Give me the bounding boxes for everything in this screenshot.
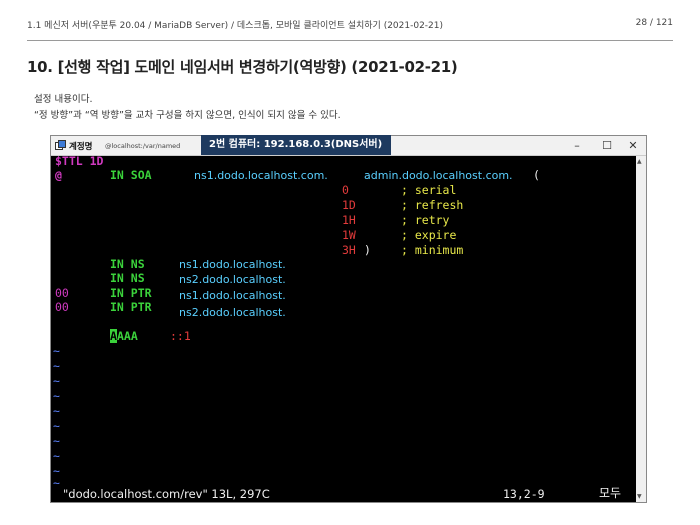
maximize-button[interactable]: ☐ — [598, 138, 616, 153]
scroll-up-icon[interactable]: ▲ — [637, 158, 642, 165]
expire-comment: ; expire — [401, 228, 457, 242]
retry-comment: ; retry — [401, 213, 450, 227]
close-button[interactable]: ✕ — [624, 138, 642, 153]
ns-record-value-1: ns1.dodo.localhost. — [179, 258, 286, 271]
ttl-directive: $TTL 1D — [55, 154, 104, 168]
soa-origin: @ — [55, 168, 62, 182]
ptr-host-1: 00 — [55, 286, 69, 300]
terminal-app-icon — [55, 140, 66, 150]
empty-line-marker: ~ — [53, 449, 60, 463]
empty-line-marker: ~ — [53, 419, 60, 433]
header-divider — [27, 40, 673, 41]
ptr-host-2: 00 — [55, 300, 69, 314]
aaaa-record-type: AAA — [117, 329, 138, 343]
minimize-button[interactable]: – — [568, 138, 586, 153]
ns-record-type-2: IN NS — [110, 271, 145, 285]
ns-record-type-1: IN NS — [110, 257, 145, 271]
refresh-comment: ; refresh — [401, 198, 464, 212]
ptr-record-type-1: IN PTR — [110, 286, 152, 300]
soa-paren-open: ( — [533, 168, 540, 182]
empty-line-marker: ~ — [53, 434, 60, 448]
description-line-2: “정 방향”과 “역 방향”을 교차 구성을 하지 않으면, 인식이 되지 않을… — [34, 110, 341, 121]
status-scroll-all: 모두 — [599, 486, 622, 500]
soa-admin: admin.dodo.localhost.com. — [364, 169, 513, 182]
section-title: 10. [선행 작업] 도메인 네임서버 변경하기(역방향) (2021-02-… — [27, 58, 458, 76]
aaaa-address: ::1 — [170, 329, 191, 343]
status-file-info: "dodo.localhost.com/rev" 13L, 297C — [63, 487, 270, 501]
serial-value: 0 — [342, 183, 349, 197]
editor-cursor: A — [110, 329, 117, 343]
description-line-1: 설정 내용이다. — [34, 94, 93, 105]
soa-nameserver: ns1.dodo.localhost.com. — [194, 169, 328, 182]
empty-line-marker: ~ — [53, 476, 60, 490]
ptr-record-type-2: IN PTR — [110, 300, 152, 314]
empty-line-marker: ~ — [53, 344, 60, 358]
refresh-value: 1D — [342, 198, 356, 212]
ptr-record-value-2: ns2.dodo.localhost. — [179, 306, 286, 319]
window-path: @localhost:/var/named — [105, 141, 181, 150]
minimum-value: 3H — [342, 243, 356, 257]
vertical-scrollbar[interactable]: ▲ ▼ — [636, 156, 646, 502]
retry-value: 1H — [342, 213, 356, 227]
ns-record-value-2: ns2.dodo.localhost. — [179, 273, 286, 286]
empty-line-marker: ~ — [53, 389, 60, 403]
empty-line-marker: ~ — [53, 374, 60, 388]
window-app-name: 계정명 — [69, 142, 93, 152]
serial-comment: ; serial — [401, 183, 457, 197]
terminal-window: 계정명 @localhost:/var/named – ☐ ✕ ▲ ▼ $TTL… — [50, 135, 647, 503]
ptr-record-value-1: ns1.dodo.localhost. — [179, 289, 286, 302]
scroll-down-icon[interactable]: ▼ — [637, 493, 642, 500]
status-cursor-position: 13,2-9 — [503, 487, 545, 501]
expire-value: 1W — [342, 228, 356, 242]
minimum-comment: ; minimum — [401, 243, 464, 257]
page-header: 1.1 메신저 서버(우분투 20.04 / MariaDB Server) /… — [27, 14, 673, 34]
page-number: 28 / 121 — [635, 18, 673, 28]
soa-record-type: IN SOA — [110, 168, 152, 182]
empty-line-marker: ~ — [53, 404, 60, 418]
soa-paren-close: ) — [364, 243, 371, 257]
breadcrumb: 1.1 메신저 서버(우분투 20.04 / MariaDB Server) /… — [27, 21, 444, 31]
empty-line-marker: ~ — [53, 359, 60, 373]
dns-server-callout: 2번 컴퓨터: 192.168.0.3(DNS서버) — [201, 135, 391, 155]
